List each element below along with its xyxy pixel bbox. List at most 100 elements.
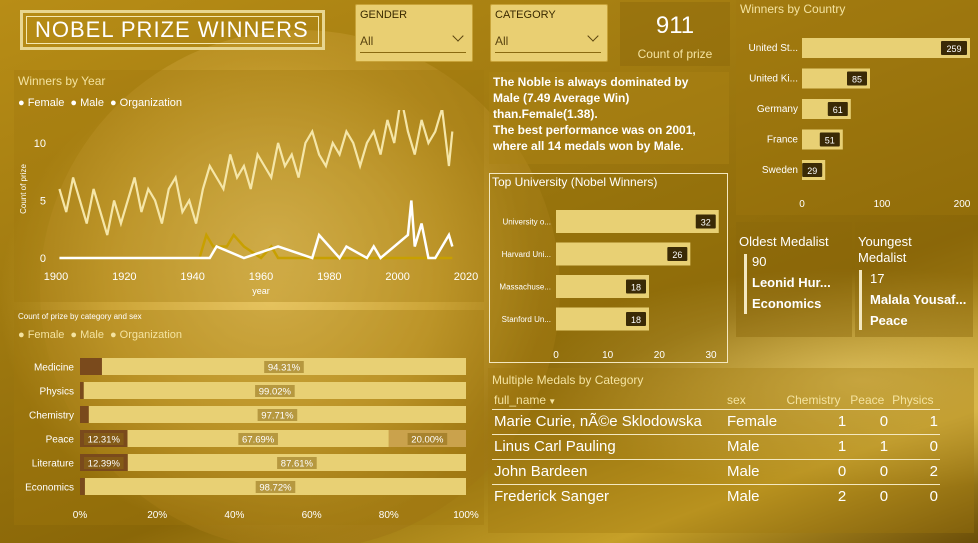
x-tick-label: 100 [874, 199, 891, 210]
data-label: 61 [833, 105, 843, 115]
count-card: 911 Count of prize [620, 2, 730, 66]
youngest-age: 17 [870, 271, 885, 286]
winners-by-country-title: Winners by Country [740, 2, 846, 16]
cell-peace: 1 [848, 433, 891, 459]
legend-item[interactable]: ● Male [70, 329, 104, 341]
category-value: All [495, 34, 509, 48]
data-label: 20.00% [411, 435, 444, 446]
x-tick-label: 1960 [249, 271, 273, 283]
cell-chemistry: 2 [784, 483, 849, 509]
oldest-title: Oldest Medalist [739, 234, 829, 249]
gender-slicer-label: GENDER [360, 9, 408, 21]
winners-by-country-chart: United St... 259 United Ki... 85 Germany 61 Fr… [749, 38, 971, 210]
x-tick-label: 1920 [112, 271, 136, 283]
category-label: Medicine [34, 363, 74, 374]
data-label: 29 [807, 166, 817, 176]
cell-peace: 0 [848, 483, 891, 509]
table-row[interactable]: John Bardeen Male 0 0 2 [492, 458, 940, 484]
x-tick-label: 10 [602, 350, 614, 361]
category-label: Economics [25, 483, 74, 494]
column-header-peace[interactable]: Peace [848, 392, 890, 409]
category-slicer-label: CATEGORY [495, 9, 556, 21]
cell-sex: Male [725, 458, 785, 484]
cell-name: Marie Curie, nÃ©e Sklodowska [492, 408, 726, 434]
legend-item[interactable]: ● Organization [110, 329, 182, 341]
category-label: France [767, 135, 799, 146]
legend-item[interactable]: ● Female [18, 97, 64, 109]
category-slicer[interactable]: CATEGORY All [490, 4, 608, 62]
accent-bar [859, 270, 862, 330]
column-header-chemistry[interactable]: Chemistry [784, 392, 848, 409]
cell-name: John Bardeen [492, 458, 726, 484]
legend-item[interactable]: ● Female [18, 329, 64, 341]
category-sex-title: Count of prize by category and sex [18, 312, 142, 321]
table-row[interactable]: Linus Carl Pauling Male 1 1 0 [492, 433, 940, 459]
table-row[interactable]: Frederick Sanger Male 2 0 0 [492, 483, 940, 509]
oldest-category: Economics [752, 296, 822, 311]
category-label: United Ki... [749, 74, 798, 85]
year-legend: ● Female ● Male ● Organization [18, 97, 188, 109]
category-dropdown[interactable]: All [495, 29, 601, 53]
insight-line: The Noble is always dominated by [493, 75, 689, 89]
stacked-bar-segment [80, 406, 89, 423]
category-label: Physics [40, 387, 74, 398]
data-label: 26 [672, 250, 682, 260]
category-sex-legend: ● Female ● Male ● Organization [18, 329, 188, 341]
category-label: Stanford Un... [502, 315, 551, 324]
data-label: 12.31% [88, 435, 121, 446]
oldest-name: Leonid Hur... [752, 275, 831, 290]
category-sex-chart: Medicine 94.31% Physics 99.02% Chemistry 97.7… [25, 358, 479, 521]
gender-dropdown[interactable]: All [360, 29, 466, 53]
x-tick-label: 100% [453, 510, 479, 521]
data-label: 67.69% [242, 435, 275, 446]
legend-item[interactable]: ● Organization [110, 97, 182, 109]
category-label: Germany [757, 104, 798, 115]
chevron-down-icon [452, 30, 464, 42]
bar [556, 210, 719, 233]
youngest-medalist-card: Youngest Medalist 17 Malala Yousaf... Pe… [855, 222, 973, 337]
cell-physics: 1 [890, 408, 940, 434]
stacked-bar-segment [80, 478, 85, 495]
insight-text-box: The Noble is always dominated by Male (7… [489, 72, 729, 164]
cell-sex: Female [725, 408, 785, 434]
x-tick-label: 20% [147, 510, 167, 521]
table-header-row: full_name ▼ sex Chemistry Peace Physics [492, 392, 940, 409]
insight-line: The best performance was on 2001, [493, 123, 696, 137]
gender-value: All [360, 34, 374, 48]
category-label: Literature [32, 459, 75, 470]
column-header-sex[interactable]: sex [725, 392, 784, 409]
x-tick-label: 40% [224, 510, 244, 521]
y-tick-label: 0 [40, 253, 46, 265]
cell-physics: 0 [890, 483, 940, 509]
category-label: Harvard Uni... [502, 250, 551, 259]
multiple-medals-table: full_name ▼ sex Chemistry Peace Physics … [492, 392, 940, 509]
y-axis-label: Count of prize [19, 164, 28, 214]
insight-line: Male (7.49 Average Win) [493, 91, 630, 105]
chevron-down-icon [587, 30, 599, 42]
x-tick-label: 2020 [454, 271, 478, 283]
dashboard: NOBEL PRIZE WINNERS GENDER All CATEGORY … [0, 0, 978, 543]
dashboard-title: NOBEL PRIZE WINNERS [26, 16, 319, 44]
accent-bar [744, 254, 747, 314]
youngest-title: Youngest Medalist [858, 234, 912, 265]
x-tick-label: 80% [379, 510, 399, 521]
winners-by-year-title: Winners by Year [18, 74, 106, 88]
cell-peace: 0 [848, 458, 891, 484]
legend-item[interactable]: ● Male [70, 97, 104, 109]
table-row[interactable]: Marie Curie, nÃ©e Sklodowska Female 1 0 … [492, 408, 940, 434]
cell-sex: Male [725, 483, 785, 509]
data-label: 98.72% [259, 483, 292, 494]
gender-slicer[interactable]: GENDER All [355, 4, 473, 62]
x-tick-label: 0% [73, 510, 88, 521]
data-label: 87.61% [281, 459, 314, 470]
column-header-physics[interactable]: Physics [890, 392, 940, 409]
data-label: 85 [852, 75, 862, 85]
cell-peace: 0 [848, 408, 891, 434]
top-university-title: Top University (Nobel Winners) [492, 175, 658, 189]
column-header-full-name[interactable]: full_name ▼ [492, 392, 725, 409]
cell-name: Linus Carl Pauling [492, 433, 726, 459]
x-tick-label: 0 [553, 350, 559, 361]
stacked-bar-segment [80, 358, 102, 375]
x-tick-label: 1940 [180, 271, 204, 283]
cell-chemistry: 0 [784, 458, 849, 484]
